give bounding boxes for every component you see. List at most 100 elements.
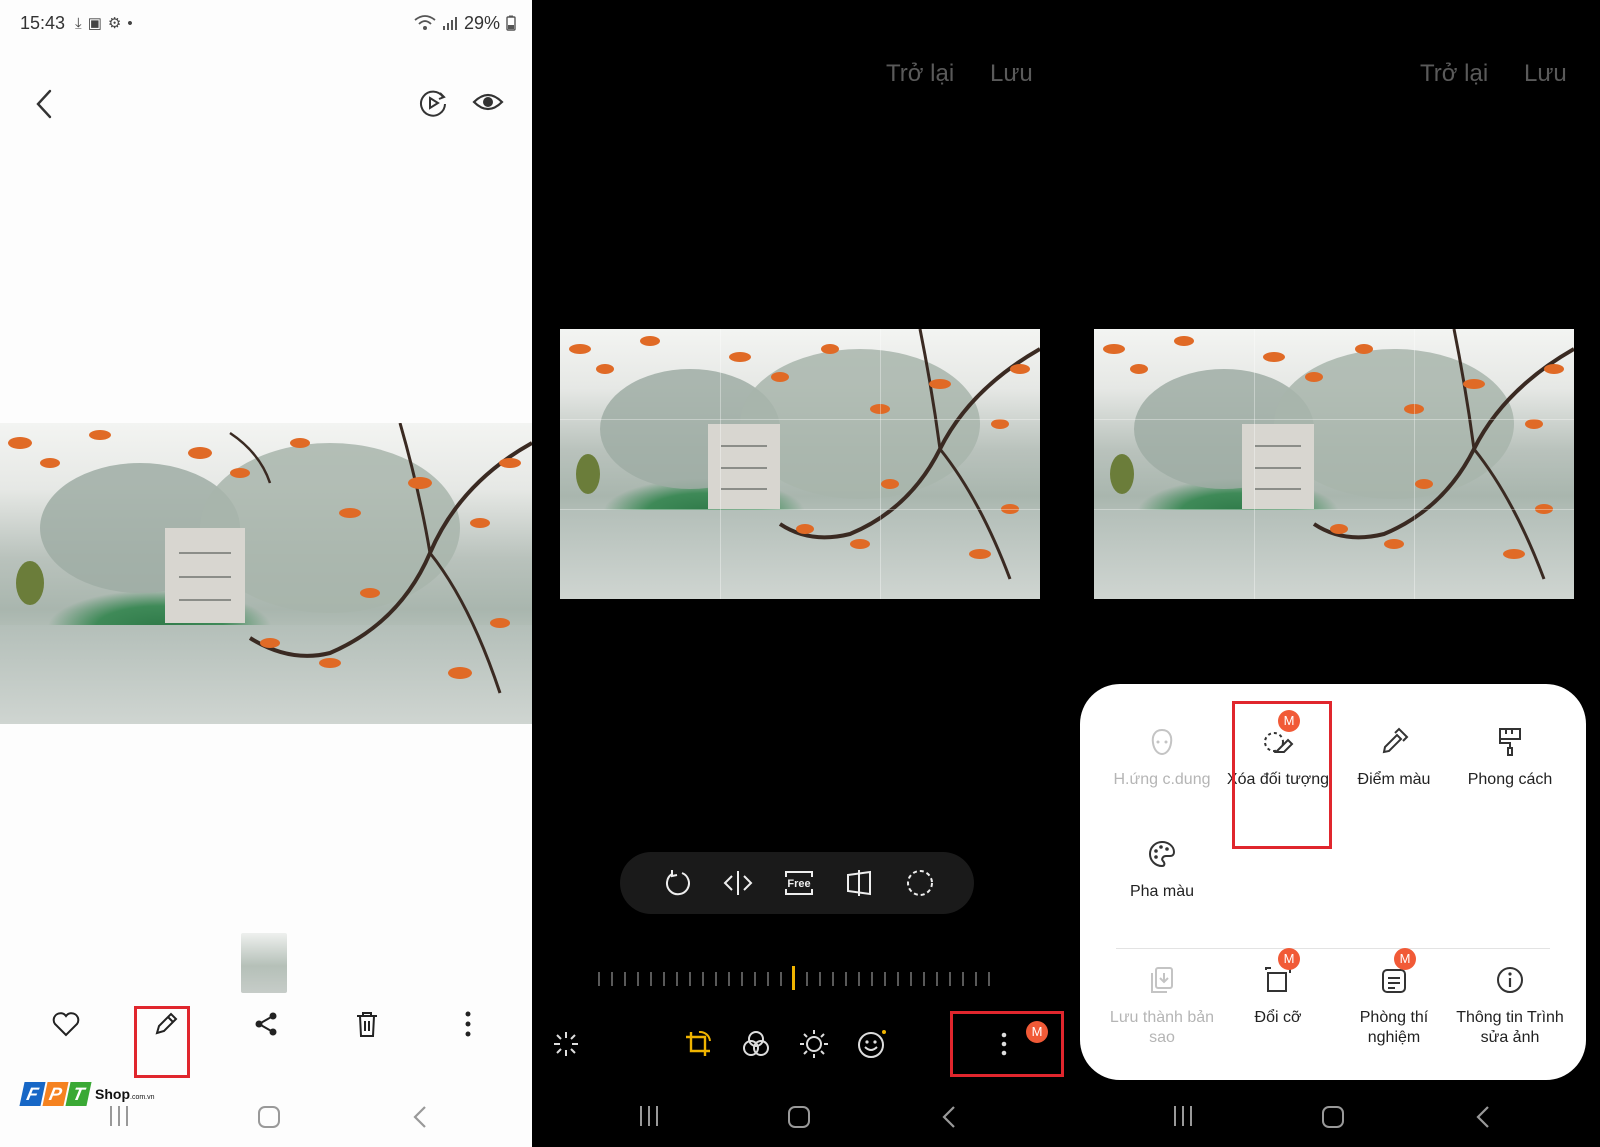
back-arrow-icon[interactable]: [34, 88, 56, 120]
save-text-button[interactable]: Lưu: [1524, 60, 1567, 88]
save-text-button[interactable]: Lưu: [990, 60, 1033, 88]
menu-item-label: Phong cách: [1467, 771, 1553, 788]
auto-enhance-icon[interactable]: [548, 1026, 584, 1062]
ruler-tick: [832, 972, 834, 986]
perspective-icon[interactable]: [841, 865, 877, 901]
menu-item-label: H.ứng c.dung: [1113, 771, 1211, 788]
status-bar: 15:43 ⤓ ▣ ⚙ • 29%: [20, 10, 516, 36]
menu-item-color-picker[interactable]: Điểm màu: [1334, 722, 1454, 790]
heart-icon[interactable]: [46, 1004, 86, 1044]
ruler-tick: [767, 972, 769, 986]
save-copy-icon: [1142, 960, 1182, 1000]
home-button[interactable]: [784, 1102, 814, 1132]
ruler-tick: [754, 972, 756, 986]
free-crop-icon[interactable]: Free: [781, 865, 817, 901]
labs-icon: M: [1374, 948, 1416, 1000]
resize-icon: M: [1258, 948, 1300, 1000]
home-button[interactable]: [254, 1102, 284, 1132]
gallery-icon: ▣: [87, 15, 102, 32]
crop-rotate-icon[interactable]: [680, 1026, 716, 1062]
crop-grid-line: [1094, 508, 1574, 510]
photo-branch: [569, 329, 1040, 580]
eye-icon[interactable]: [472, 90, 504, 114]
ruler-tick: [780, 972, 782, 986]
more-button-highlight: [950, 1011, 1064, 1077]
crop-toolbar: Free: [620, 852, 974, 914]
menu-item-style[interactable]: Phong cách: [1450, 722, 1570, 790]
photo-crop-area[interactable]: [1094, 329, 1574, 599]
ruler-tick: [910, 972, 912, 986]
crop-grid-line: [1253, 329, 1255, 599]
ruler-tick: [897, 972, 899, 986]
new-feature-badge: M: [1278, 948, 1300, 970]
menu-item-labs[interactable]: M Phòng thí nghiệm: [1334, 948, 1454, 1048]
ruler-tick: [637, 972, 639, 986]
brightness-icon[interactable]: [796, 1026, 832, 1062]
crop-grid-line: [719, 329, 721, 599]
home-button[interactable]: [1318, 1102, 1348, 1132]
sticker-icon[interactable]: [854, 1026, 890, 1062]
menu-item-resize[interactable]: M Đổi cỡ: [1218, 948, 1338, 1028]
photo-editor-menu-panel: Trở lại Lưu H.ứng c.dung M Xóa đối tượng…: [1066, 0, 1600, 1147]
menu-item-editor-info[interactable]: Thông tin Trình sửa ảnh: [1450, 960, 1570, 1048]
motion-photo-icon[interactable]: [418, 88, 448, 118]
menu-item-label: Lưu thành bản sao: [1109, 1009, 1215, 1046]
filter-icon[interactable]: [738, 1026, 774, 1062]
ruler-tick: [988, 972, 990, 986]
object-eraser-highlight: [1232, 701, 1332, 849]
menu-item-save-copy[interactable]: Lưu thành bản sao: [1102, 960, 1222, 1048]
photo-thumbnail[interactable]: [241, 933, 287, 993]
ruler-tick: [728, 972, 730, 986]
menu-item-label: Pha màu: [1129, 883, 1195, 900]
ruler-tick: [611, 972, 613, 986]
menu-item-palette[interactable]: Pha màu: [1102, 834, 1222, 902]
ruler-tick: [962, 972, 964, 986]
recents-button[interactable]: [634, 1103, 664, 1129]
back-nav-button[interactable]: [405, 1102, 435, 1132]
info-icon: [1490, 960, 1530, 1000]
menu-item-face-effect[interactable]: H.ứng c.dung: [1102, 722, 1222, 790]
back-text-button[interactable]: Trở lại: [886, 60, 954, 88]
logo-shop-text: Shop.com.vn: [95, 1086, 155, 1102]
crop-grid-line: [1413, 329, 1415, 599]
photo-crop-area[interactable]: [560, 329, 1040, 599]
back-nav-button[interactable]: [934, 1102, 964, 1132]
recents-button[interactable]: [104, 1103, 134, 1129]
ruler-tick: [715, 972, 717, 986]
trash-icon[interactable]: [347, 1004, 387, 1044]
new-feature-badge: M: [1394, 948, 1416, 970]
more-options-menu: H.ứng c.dung M Xóa đối tượng Điểm màu Ph…: [1080, 684, 1586, 1080]
edit-button-highlight: [134, 1006, 190, 1078]
menu-item-label: Đổi cỡ: [1254, 1009, 1302, 1026]
share-icon[interactable]: [246, 1004, 286, 1044]
photo-editor-crop-panel: Trở lại Lưu Free M: [532, 0, 1066, 1147]
logo-letter: F: [19, 1082, 46, 1106]
settings-icon: ⚙: [107, 15, 122, 32]
ruler-tick: [884, 972, 886, 986]
back-nav-button[interactable]: [1468, 1102, 1498, 1132]
face-effect-icon: [1142, 722, 1182, 762]
ruler-tick: [923, 972, 925, 986]
flip-icon[interactable]: [720, 865, 756, 901]
battery-level: 29%: [463, 12, 500, 33]
ruler-tick: [949, 972, 951, 986]
recents-button[interactable]: [1168, 1103, 1198, 1129]
ruler-tick: [624, 972, 626, 986]
battery-icon: [506, 15, 516, 31]
rotation-ruler[interactable]: [598, 966, 990, 990]
status-time: 15:43: [20, 12, 66, 33]
ruler-tick: [819, 972, 821, 986]
ruler-tick: [663, 972, 665, 986]
ruler-tick: [806, 972, 808, 986]
lasso-icon[interactable]: [902, 865, 938, 901]
more-vertical-icon[interactable]: [448, 1004, 488, 1044]
ruler-center-marker: [792, 966, 795, 990]
rotate-icon[interactable]: [660, 865, 696, 901]
logo-letter: P: [42, 1082, 69, 1106]
crop-grid-line: [879, 329, 881, 599]
back-text-button[interactable]: Trở lại: [1420, 60, 1488, 88]
ruler-tick: [741, 972, 743, 986]
fpt-shop-logo: F P T Shop.com.vn: [19, 1082, 155, 1106]
photo-main[interactable]: [0, 423, 532, 724]
ruler-tick: [936, 972, 938, 986]
